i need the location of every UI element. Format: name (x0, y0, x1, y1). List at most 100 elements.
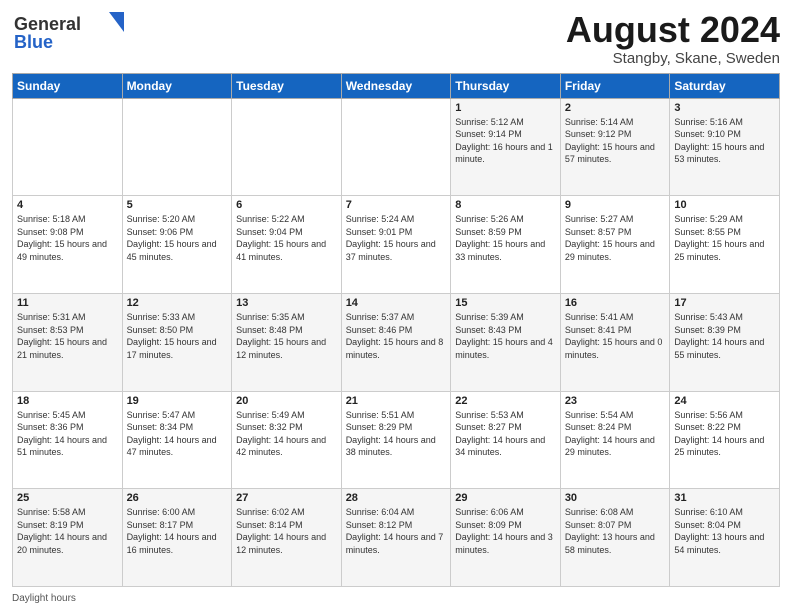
header-saturday: Saturday (670, 73, 780, 98)
day-number: 7 (346, 199, 447, 211)
table-row: 28 Sunrise: 6:04 AMSunset: 8:12 PMDaylig… (341, 489, 451, 587)
table-row: 4 Sunrise: 5:18 AMSunset: 9:08 PMDayligh… (13, 196, 123, 294)
day-number: 3 (674, 102, 775, 114)
day-number: 20 (236, 395, 337, 407)
day-info: Sunrise: 5:18 AMSunset: 9:08 PMDaylight:… (17, 213, 118, 263)
table-row: 8 Sunrise: 5:26 AMSunset: 8:59 PMDayligh… (451, 196, 561, 294)
day-info: Sunrise: 5:33 AMSunset: 8:50 PMDaylight:… (127, 311, 228, 361)
day-number: 13 (236, 297, 337, 309)
table-row (232, 98, 342, 196)
calendar-week-row: 18 Sunrise: 5:45 AMSunset: 8:36 PMDaylig… (13, 391, 780, 489)
day-info: Sunrise: 6:00 AMSunset: 8:17 PMDaylight:… (127, 506, 228, 556)
calendar-table: Sunday Monday Tuesday Wednesday Thursday… (12, 73, 780, 587)
day-info: Sunrise: 5:31 AMSunset: 8:53 PMDaylight:… (17, 311, 118, 361)
table-row: 25 Sunrise: 5:58 AMSunset: 8:19 PMDaylig… (13, 489, 123, 587)
calendar-week-row: 1 Sunrise: 5:12 AMSunset: 9:14 PMDayligh… (13, 98, 780, 196)
header-tuesday: Tuesday (232, 73, 342, 98)
month-title: August 2024 (566, 10, 780, 50)
day-info: Sunrise: 5:20 AMSunset: 9:06 PMDaylight:… (127, 213, 228, 263)
header-wednesday: Wednesday (341, 73, 451, 98)
table-row: 1 Sunrise: 5:12 AMSunset: 9:14 PMDayligh… (451, 98, 561, 196)
day-info: Sunrise: 5:45 AMSunset: 8:36 PMDaylight:… (17, 409, 118, 459)
day-info: Sunrise: 5:53 AMSunset: 8:27 PMDaylight:… (455, 409, 556, 459)
header: General Blue August 2024 Stangby, Skane,… (12, 10, 780, 67)
header-friday: Friday (560, 73, 670, 98)
header-sunday: Sunday (13, 73, 123, 98)
daylight-hours-label: Daylight hours (12, 593, 76, 604)
svg-text:Blue: Blue (14, 32, 53, 52)
calendar-week-row: 4 Sunrise: 5:18 AMSunset: 9:08 PMDayligh… (13, 196, 780, 294)
day-number: 16 (565, 297, 666, 309)
day-info: Sunrise: 5:41 AMSunset: 8:41 PMDaylight:… (565, 311, 666, 361)
table-row: 14 Sunrise: 5:37 AMSunset: 8:46 PMDaylig… (341, 293, 451, 391)
svg-text:General: General (14, 14, 81, 34)
calendar-week-row: 25 Sunrise: 5:58 AMSunset: 8:19 PMDaylig… (13, 489, 780, 587)
table-row: 18 Sunrise: 5:45 AMSunset: 8:36 PMDaylig… (13, 391, 123, 489)
day-number: 25 (17, 492, 118, 504)
day-info: Sunrise: 5:26 AMSunset: 8:59 PMDaylight:… (455, 213, 556, 263)
table-row: 7 Sunrise: 5:24 AMSunset: 9:01 PMDayligh… (341, 196, 451, 294)
day-number: 29 (455, 492, 556, 504)
table-row: 5 Sunrise: 5:20 AMSunset: 9:06 PMDayligh… (122, 196, 232, 294)
day-info: Sunrise: 5:51 AMSunset: 8:29 PMDaylight:… (346, 409, 447, 459)
table-row: 6 Sunrise: 5:22 AMSunset: 9:04 PMDayligh… (232, 196, 342, 294)
day-info: Sunrise: 5:22 AMSunset: 9:04 PMDaylight:… (236, 213, 337, 263)
general-blue-logo: General Blue (12, 10, 132, 52)
day-info: Sunrise: 5:12 AMSunset: 9:14 PMDaylight:… (455, 116, 556, 166)
logo: General Blue (12, 10, 132, 52)
table-row: 12 Sunrise: 5:33 AMSunset: 8:50 PMDaylig… (122, 293, 232, 391)
table-row: 20 Sunrise: 5:49 AMSunset: 8:32 PMDaylig… (232, 391, 342, 489)
table-row: 16 Sunrise: 5:41 AMSunset: 8:41 PMDaylig… (560, 293, 670, 391)
day-info: Sunrise: 5:37 AMSunset: 8:46 PMDaylight:… (346, 311, 447, 361)
day-number: 17 (674, 297, 775, 309)
day-number: 2 (565, 102, 666, 114)
location: Stangby, Skane, Sweden (566, 50, 780, 67)
table-row: 15 Sunrise: 5:39 AMSunset: 8:43 PMDaylig… (451, 293, 561, 391)
day-number: 24 (674, 395, 775, 407)
table-row: 21 Sunrise: 5:51 AMSunset: 8:29 PMDaylig… (341, 391, 451, 489)
day-number: 26 (127, 492, 228, 504)
day-info: Sunrise: 5:56 AMSunset: 8:22 PMDaylight:… (674, 409, 775, 459)
footer: Daylight hours (12, 591, 780, 604)
table-row: 29 Sunrise: 6:06 AMSunset: 8:09 PMDaylig… (451, 489, 561, 587)
table-row: 3 Sunrise: 5:16 AMSunset: 9:10 PMDayligh… (670, 98, 780, 196)
table-row: 17 Sunrise: 5:43 AMSunset: 8:39 PMDaylig… (670, 293, 780, 391)
calendar-header-row: Sunday Monday Tuesday Wednesday Thursday… (13, 73, 780, 98)
table-row: 10 Sunrise: 5:29 AMSunset: 8:55 PMDaylig… (670, 196, 780, 294)
day-info: Sunrise: 5:58 AMSunset: 8:19 PMDaylight:… (17, 506, 118, 556)
table-row: 2 Sunrise: 5:14 AMSunset: 9:12 PMDayligh… (560, 98, 670, 196)
day-number: 12 (127, 297, 228, 309)
day-info: Sunrise: 5:29 AMSunset: 8:55 PMDaylight:… (674, 213, 775, 263)
table-row: 19 Sunrise: 5:47 AMSunset: 8:34 PMDaylig… (122, 391, 232, 489)
day-number: 21 (346, 395, 447, 407)
day-info: Sunrise: 6:08 AMSunset: 8:07 PMDaylight:… (565, 506, 666, 556)
day-number: 27 (236, 492, 337, 504)
day-number: 22 (455, 395, 556, 407)
table-row: 11 Sunrise: 5:31 AMSunset: 8:53 PMDaylig… (13, 293, 123, 391)
day-number: 30 (565, 492, 666, 504)
day-info: Sunrise: 6:04 AMSunset: 8:12 PMDaylight:… (346, 506, 447, 556)
table-row: 30 Sunrise: 6:08 AMSunset: 8:07 PMDaylig… (560, 489, 670, 587)
day-info: Sunrise: 5:14 AMSunset: 9:12 PMDaylight:… (565, 116, 666, 166)
day-info: Sunrise: 5:35 AMSunset: 8:48 PMDaylight:… (236, 311, 337, 361)
day-info: Sunrise: 5:27 AMSunset: 8:57 PMDaylight:… (565, 213, 666, 263)
day-number: 6 (236, 199, 337, 211)
day-number: 10 (674, 199, 775, 211)
day-number: 31 (674, 492, 775, 504)
day-number: 9 (565, 199, 666, 211)
day-number: 8 (455, 199, 556, 211)
day-number: 4 (17, 199, 118, 211)
header-thursday: Thursday (451, 73, 561, 98)
day-number: 19 (127, 395, 228, 407)
page-container: General Blue August 2024 Stangby, Skane,… (0, 0, 792, 612)
table-row: 23 Sunrise: 5:54 AMSunset: 8:24 PMDaylig… (560, 391, 670, 489)
day-number: 14 (346, 297, 447, 309)
table-row: 9 Sunrise: 5:27 AMSunset: 8:57 PMDayligh… (560, 196, 670, 294)
day-number: 23 (565, 395, 666, 407)
title-area: August 2024 Stangby, Skane, Sweden (566, 10, 780, 67)
day-number: 11 (17, 297, 118, 309)
day-info: Sunrise: 5:47 AMSunset: 8:34 PMDaylight:… (127, 409, 228, 459)
header-monday: Monday (122, 73, 232, 98)
logo-display: General Blue (12, 10, 132, 52)
table-row (13, 98, 123, 196)
